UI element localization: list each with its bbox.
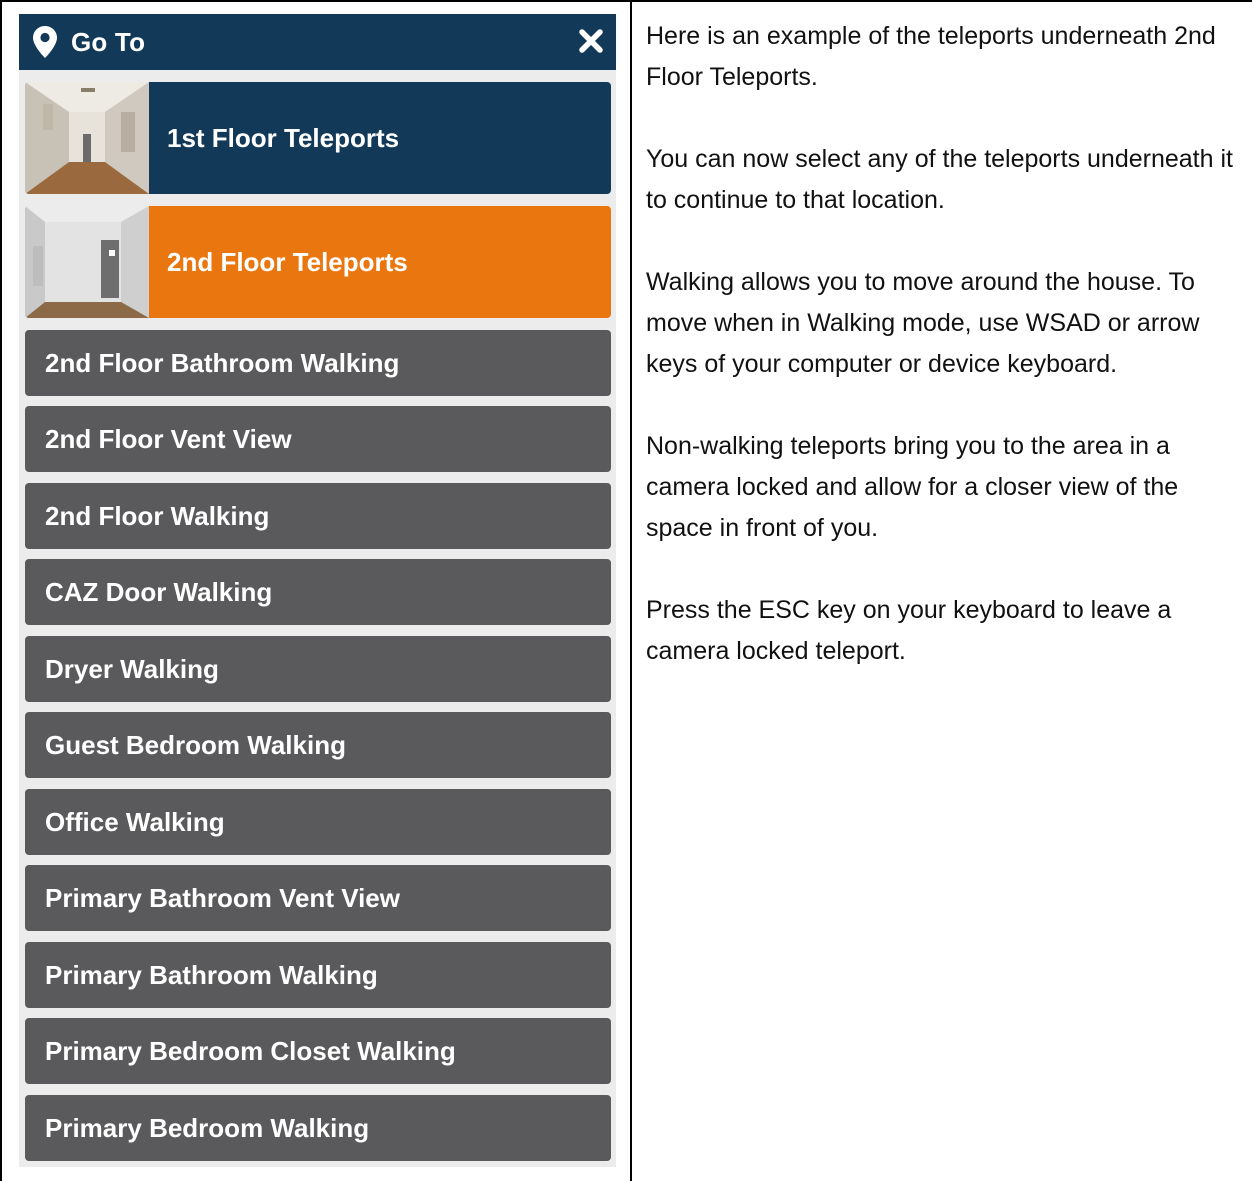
close-icon[interactable] (578, 28, 604, 54)
table-border-top (0, 0, 1252, 2)
teleport-item[interactable]: CAZ Door Walking (25, 559, 611, 625)
teleport-item[interactable]: 2nd Floor Walking (25, 483, 611, 549)
table-divider (630, 0, 632, 1181)
panel-header: Go To (19, 14, 616, 70)
teleport-item[interactable]: Primary Bedroom Closet Walking (25, 1018, 611, 1084)
floor-button-1st-floor-teleports[interactable]: 1st Floor Teleports (25, 82, 611, 194)
explanation-paragraph: Non-walking teleports bring you to the a… (646, 432, 1179, 542)
floor-label: 2nd Floor Teleports (167, 247, 408, 277)
map-pin-icon (33, 26, 57, 58)
hallway-thumbnail (25, 82, 149, 194)
room-thumbnail (25, 206, 149, 318)
teleport-item[interactable]: 2nd Floor Vent View (25, 406, 611, 472)
panel-title: Go To (71, 27, 146, 57)
teleport-item[interactable]: Office Walking (25, 789, 611, 855)
teleport-item[interactable]: Primary Bathroom Walking (25, 942, 611, 1008)
teleport-item[interactable]: Primary Bathroom Vent View (25, 865, 611, 931)
explanation-paragraph: Here is an example of the teleports unde… (646, 22, 1216, 91)
explanation-paragraph: Press the ESC key on your keyboard to le… (646, 596, 1172, 665)
teleport-item[interactable]: Dryer Walking (25, 636, 611, 702)
floor-label: 1st Floor Teleports (167, 123, 400, 153)
explanation-paragraph: You can now select any of the teleports … (646, 145, 1233, 214)
floor-button-2nd-floor-teleports[interactable]: 2nd Floor Teleports (25, 206, 611, 318)
teleport-item[interactable]: Guest Bedroom Walking (25, 712, 611, 778)
go-to-panel: Go To 1st Floor Teleports 2nd Floor Tele… (19, 14, 616, 1167)
explanation-text: Here is an example of the teleports unde… (646, 16, 1246, 713)
teleport-item[interactable]: 2nd Floor Bathroom Walking (25, 330, 611, 396)
table-border-left (0, 0, 2, 1181)
explanation-paragraph: Walking allows you to move around the ho… (646, 268, 1200, 378)
teleport-item[interactable]: Primary Bedroom Walking (25, 1095, 611, 1161)
